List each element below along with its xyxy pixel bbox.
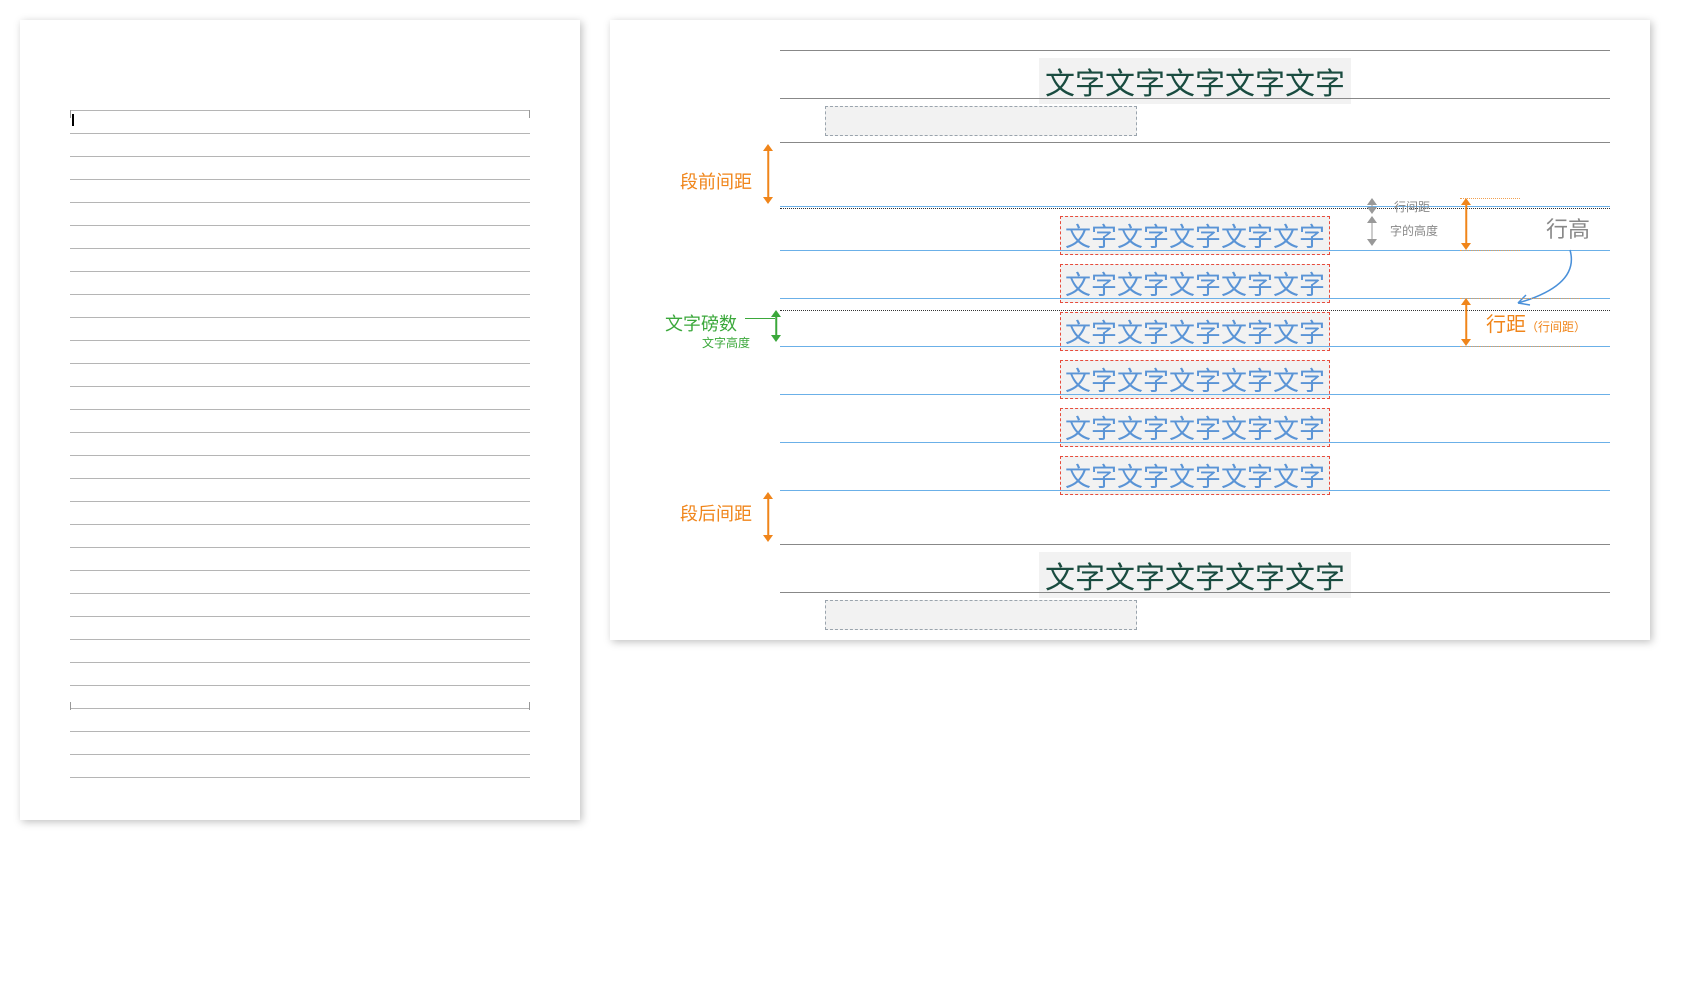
ruled-line — [70, 525, 530, 548]
text-cursor — [72, 114, 74, 126]
ruled-line — [70, 479, 530, 502]
ruled-line — [70, 502, 530, 525]
ruled-line — [70, 318, 530, 341]
space-placeholder — [825, 600, 1137, 630]
ruled-line — [70, 410, 530, 433]
ruled-line — [70, 686, 530, 709]
ruled-line — [70, 249, 530, 272]
margin-marker — [70, 110, 71, 118]
ruled-line — [70, 617, 530, 640]
ruled-line — [70, 157, 530, 180]
margin-marker — [70, 702, 71, 710]
ruled-line — [70, 663, 530, 686]
label-line-height: 行高 — [1546, 212, 1590, 244]
space-placeholder — [825, 106, 1137, 136]
ruled-line — [70, 180, 530, 203]
connector-line — [745, 318, 775, 319]
ruled-line — [70, 594, 530, 617]
ruled-line — [70, 364, 530, 387]
margin-marker — [529, 702, 530, 710]
ruled-line — [70, 571, 530, 594]
ruled-line — [70, 755, 530, 778]
ruled-line — [70, 203, 530, 226]
curve-arrow-icon — [1500, 245, 1590, 315]
ruled-line — [70, 709, 530, 732]
ruled-line — [70, 272, 530, 295]
ruled-line — [70, 548, 530, 571]
ruled-line — [70, 732, 530, 755]
ruled-line — [70, 110, 530, 134]
ruled-line — [70, 226, 530, 249]
margin-marker — [529, 110, 530, 118]
ruled-line — [70, 134, 530, 157]
label-line-gap: 行间距 — [1394, 198, 1430, 215]
label-font-points: 文字磅数 — [665, 310, 737, 336]
label-char-height: 字的高度 — [1390, 222, 1438, 239]
ruled-line — [70, 640, 530, 663]
label-space-after: 段后间距 — [680, 500, 752, 526]
label-space-before: 段前间距 — [680, 168, 752, 194]
ruled-line — [70, 341, 530, 364]
line-spacing-diagram: 文字文字文字文字文字 段前间距 文字文字文字文字文字 文字文字文字文字文字 文字… — [610, 20, 1650, 640]
ruled-line — [70, 387, 530, 410]
ruled-line — [70, 456, 530, 479]
document-page-preview — [20, 20, 580, 820]
ruled-line — [70, 295, 530, 318]
document-body — [70, 80, 530, 770]
label-font-height-note: 文字高度 — [702, 334, 750, 351]
label-line-spacing: 行距（行间距） — [1486, 308, 1586, 337]
ruled-line — [70, 433, 530, 456]
